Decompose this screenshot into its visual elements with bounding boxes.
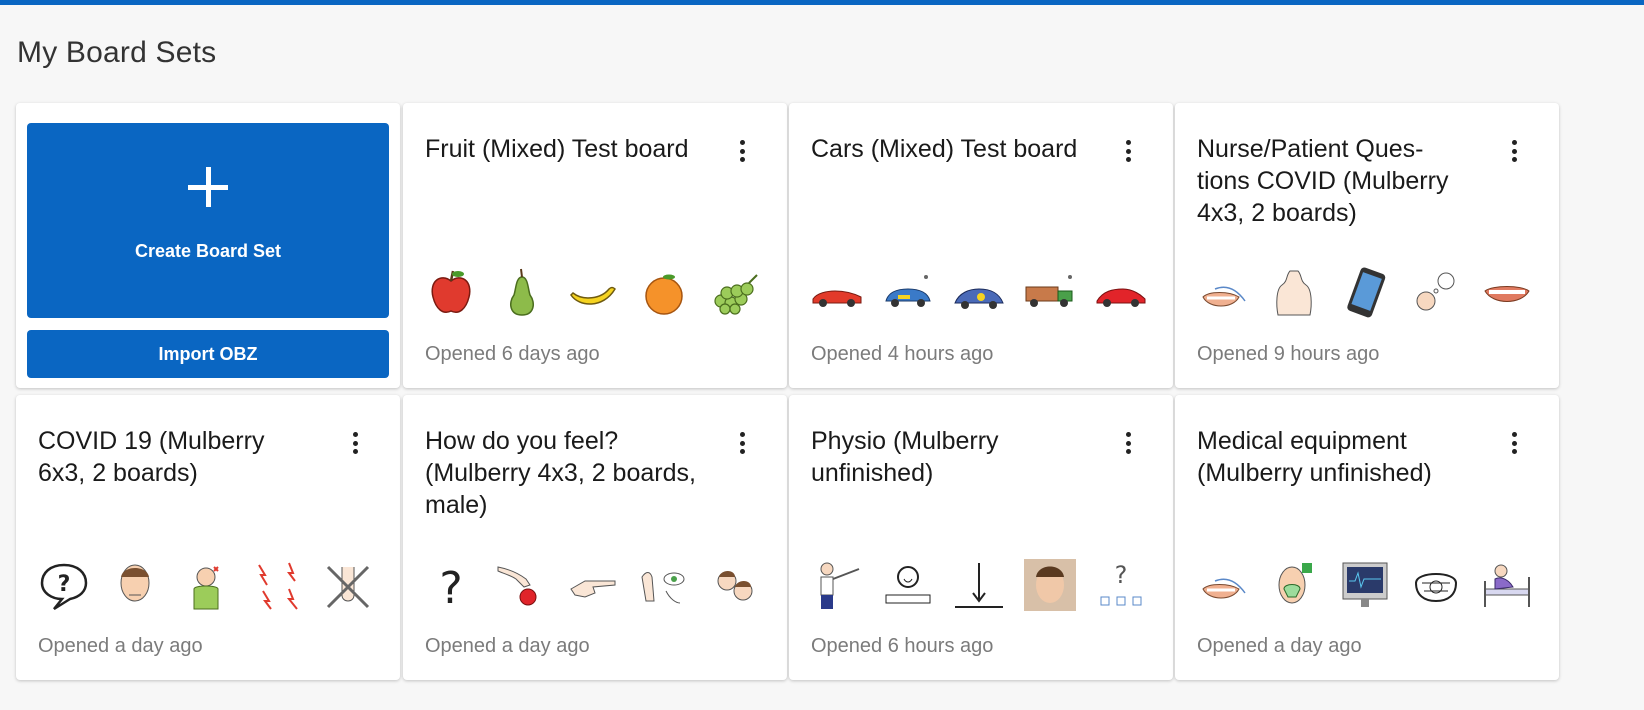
board-preview-icons: ? (36, 555, 376, 615)
person-at-desk-icon (885, 566, 931, 604)
down-arrow-icon (955, 563, 1003, 608)
orange-icon (645, 274, 683, 315)
create-board-set-button[interactable]: Create Board Set (27, 123, 389, 318)
board-preview-icons (809, 263, 1149, 323)
board-card[interactable]: COVID 19 (Mulberry 6x3, 2 boards) ? Open… (16, 395, 400, 680)
more-options-icon[interactable] (345, 430, 365, 456)
hospital-bed-icon (1484, 564, 1530, 607)
banana-icon (570, 286, 616, 305)
opened-time: Opened a day ago (425, 635, 590, 657)
board-title: Physio (Mulberry unfinished) (811, 427, 999, 487)
board-card[interactable]: Nurse/Patient Ques- tions COVID (Mulberr… (1175, 103, 1559, 388)
pick-cherry-icon (497, 566, 537, 606)
board-title: Medical equipment (Mulberry unfinished) (1197, 427, 1432, 487)
board-card[interactable]: How do you feel? (Mulberry 4x3, 2 boards… (403, 395, 787, 680)
apple-icon (431, 270, 471, 313)
more-options-icon[interactable] (732, 430, 752, 456)
question-mark-icon: ? (439, 563, 462, 613)
question-boxes-icon: ? (1100, 561, 1142, 606)
truck-icon (1025, 275, 1073, 307)
more-options-icon[interactable] (1118, 430, 1138, 456)
board-card[interactable]: Fruit (Mixed) Test board Opened 6 days a… (403, 103, 787, 388)
face-mask-icon (1414, 573, 1458, 603)
sports-car-icon (1096, 288, 1146, 307)
opened-time: Opened 6 hours ago (811, 635, 994, 657)
board-title: Fruit (Mixed) Test board (425, 135, 689, 163)
mouth-icon (1484, 286, 1530, 302)
import-obz-button[interactable]: Import OBZ (27, 330, 389, 378)
pear-icon (509, 268, 535, 316)
more-options-icon[interactable] (1118, 138, 1138, 164)
point-hand-icon (570, 580, 616, 598)
phone-icon (1347, 267, 1386, 318)
pain-icon (258, 562, 298, 610)
opened-time: Opened a day ago (38, 635, 203, 657)
more-options-icon[interactable] (732, 138, 752, 164)
board-preview-icons: ? (423, 555, 763, 615)
sick-face-icon (120, 564, 150, 602)
person-thinking-icon (1416, 272, 1455, 311)
people-icon (717, 571, 753, 601)
red-car-icon (812, 290, 862, 307)
board-card[interactable]: Cars (Mixed) Test board Opened 4 hours a… (789, 103, 1173, 388)
board-preview-icons (1195, 263, 1535, 323)
opened-time: Opened 4 hours ago (811, 343, 994, 365)
svg-text:?: ? (439, 563, 462, 613)
board-title: Cars (Mixed) Test board (811, 135, 1078, 163)
board-card[interactable]: Medical equipment (Mulberry unfinished) (1175, 395, 1559, 680)
opened-time: Opened 9 hours ago (1197, 343, 1380, 365)
svg-text:?: ? (58, 572, 71, 597)
top-accent-bar (0, 0, 1644, 5)
board-preview-icons: ? (809, 555, 1149, 615)
no-smell-icon (326, 565, 370, 609)
grapes-icon (714, 274, 758, 315)
opened-time: Opened 6 days ago (425, 343, 600, 365)
svg-text:?: ? (1115, 561, 1128, 589)
plus-icon (188, 167, 228, 207)
more-options-icon[interactable] (1504, 430, 1524, 456)
face-photo-icon (1024, 559, 1076, 611)
see-hear-icon (641, 572, 685, 604)
race-car-icon (954, 288, 1004, 309)
monitor-icon (1342, 562, 1388, 607)
swab-mouth-icon (1202, 578, 1246, 599)
board-preview-icons (423, 263, 763, 323)
headache-icon (193, 566, 219, 610)
body-icon (1276, 270, 1312, 316)
board-title: COVID 19 (Mulberry 6x3, 2 boards) (38, 427, 265, 487)
board-preview-icons (1195, 555, 1535, 615)
board-title: Nurse/Patient Ques- tions COVID (Mulberr… (1197, 135, 1449, 227)
oxygen-mask-icon (1278, 563, 1312, 604)
rally-car-icon (885, 275, 931, 307)
opened-time: Opened a day ago (1197, 635, 1362, 657)
question-bubble-icon: ? (40, 563, 88, 611)
more-options-icon[interactable] (1504, 138, 1524, 164)
create-card: Create Board Set Import OBZ (16, 103, 400, 388)
board-card[interactable]: Physio (Mulberry unfinished) ? Opened 6 … (789, 395, 1173, 680)
board-title: How do you feel? (Mulberry 4x3, 2 boards… (425, 427, 696, 519)
page-title: My Board Sets (17, 36, 217, 69)
create-board-set-label: Create Board Set (134, 241, 282, 261)
stretch-icon (820, 562, 860, 609)
swab-mouth-icon (1202, 286, 1246, 307)
